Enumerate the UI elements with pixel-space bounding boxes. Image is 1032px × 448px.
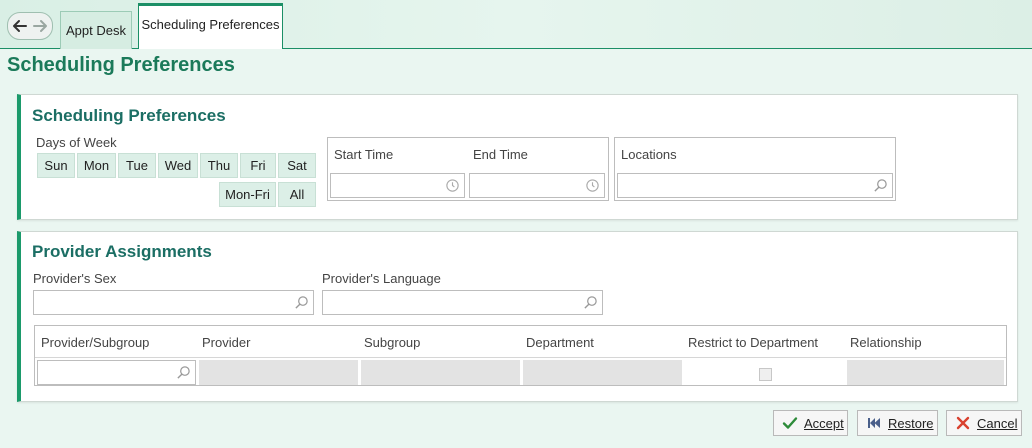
column-header: Subgroup — [364, 335, 421, 350]
relationship-cell — [847, 360, 1004, 385]
search-icon[interactable] — [873, 178, 888, 193]
restrict-to-department-checkbox[interactable] — [759, 368, 772, 381]
close-icon — [955, 415, 971, 431]
clock-icon[interactable] — [585, 178, 600, 193]
locations-label: Locations — [621, 147, 677, 162]
forward-arrow-icon[interactable] — [30, 16, 50, 36]
days-of-week-label: Days of Week — [36, 135, 117, 150]
page-title: Scheduling Preferences — [7, 54, 235, 76]
day-thu-button[interactable]: Thu — [200, 153, 238, 178]
checkmark-icon — [782, 415, 798, 431]
day-all-button[interactable]: All — [278, 182, 316, 207]
provider-language-label: Provider's Language — [322, 271, 441, 286]
day-mon-fri-button[interactable]: Mon-Fri — [219, 182, 276, 207]
start-time-label: Start Time — [334, 147, 394, 162]
tab-appt-desk[interactable]: Appt Desk — [60, 11, 132, 49]
end-time-input[interactable] — [469, 173, 605, 198]
department-cell — [523, 360, 682, 385]
provider-subgroup-input[interactable] — [37, 360, 196, 385]
provider-sex-input[interactable] — [33, 290, 314, 315]
accept-button[interactable]: Accept — [773, 410, 848, 436]
scheduling-preferences-panel: Scheduling Preferences Days of Week Sun … — [17, 94, 1018, 220]
accept-label: Accept — [804, 415, 844, 431]
column-header: Relationship — [850, 335, 922, 350]
rewind-icon — [866, 415, 882, 431]
day-sat-button[interactable]: Sat — [278, 153, 316, 178]
tab-scheduling-preferences[interactable]: Scheduling Preferences — [138, 3, 283, 49]
cancel-button[interactable]: Cancel — [946, 410, 1022, 436]
column-header: Provider/Subgroup — [41, 335, 150, 350]
day-wed-button[interactable]: Wed — [158, 153, 198, 178]
back-arrow-icon[interactable] — [10, 16, 30, 36]
column-header: Provider — [202, 335, 251, 350]
subgroup-cell — [361, 360, 520, 385]
day-mon-button[interactable]: Mon — [77, 153, 116, 178]
time-range-group: Start Time End Time — [327, 137, 609, 201]
search-icon[interactable] — [294, 295, 309, 310]
tab-label: Scheduling Preferences — [141, 17, 280, 32]
end-time-label: End Time — [473, 147, 528, 162]
provider-language-input[interactable] — [322, 290, 603, 315]
provider-sex-label: Provider's Sex — [33, 271, 117, 286]
nav-controls — [7, 12, 53, 40]
tab-label: Appt Desk — [66, 23, 126, 38]
section-title: Provider Assignments — [32, 242, 212, 261]
section-title: Scheduling Preferences — [32, 106, 226, 125]
provider-assignments-panel: Provider Assignments Provider's Sex Prov… — [17, 231, 1018, 402]
column-header: Restrict to Department — [688, 335, 819, 350]
locations-input[interactable] — [617, 173, 893, 198]
locations-group: Locations — [614, 137, 896, 201]
table-header-divider — [35, 357, 1006, 358]
search-icon[interactable] — [176, 365, 191, 380]
day-tue-button[interactable]: Tue — [118, 153, 156, 178]
cancel-label: Cancel — [977, 415, 1018, 431]
start-time-input[interactable] — [330, 173, 465, 198]
provider-cell — [199, 360, 358, 385]
search-icon[interactable] — [583, 295, 598, 310]
restore-label: Restore — [888, 415, 934, 431]
clock-icon[interactable] — [445, 178, 460, 193]
day-fri-button[interactable]: Fri — [240, 153, 276, 178]
restore-button[interactable]: Restore — [857, 410, 938, 436]
provider-table: Provider/Subgroup Provider Subgroup Depa… — [34, 325, 1007, 386]
day-sun-button[interactable]: Sun — [37, 153, 75, 178]
column-header: Department — [526, 335, 594, 350]
